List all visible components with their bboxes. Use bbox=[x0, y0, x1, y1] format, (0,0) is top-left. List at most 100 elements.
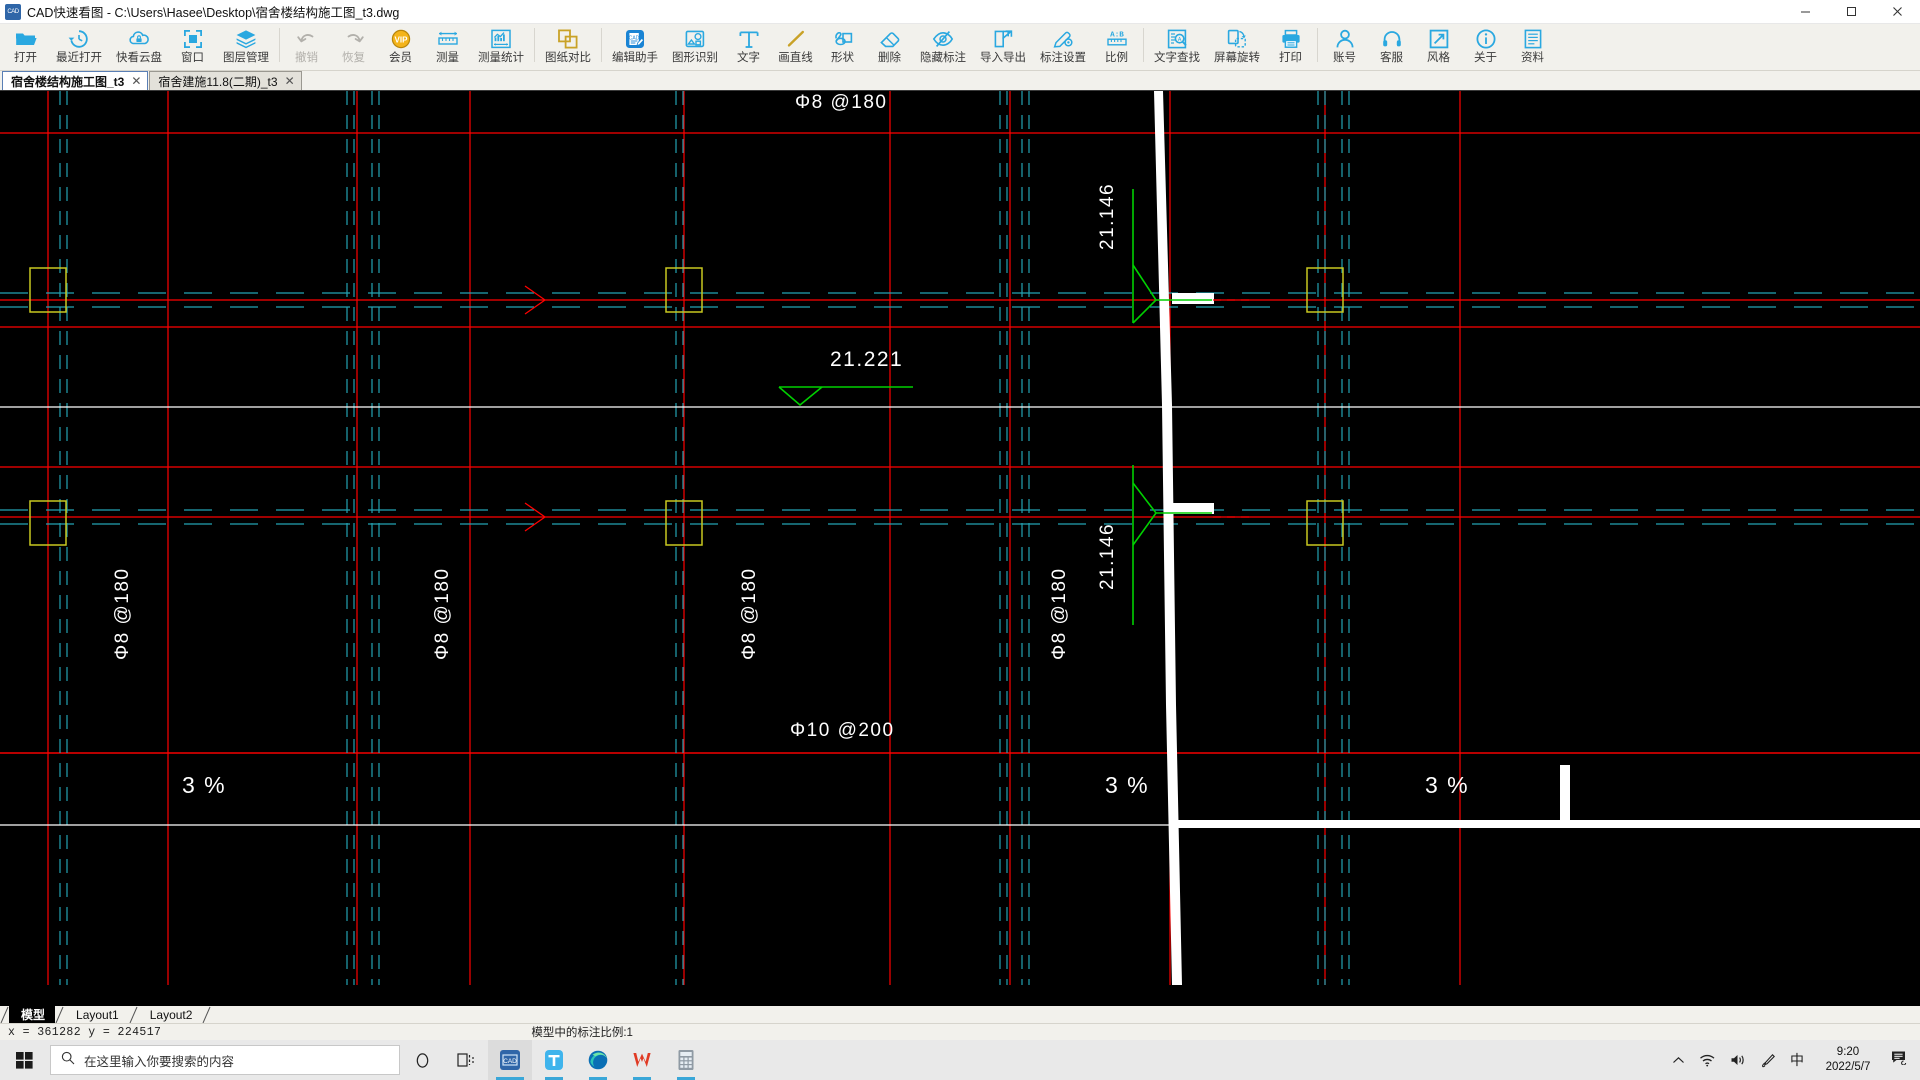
user-account-icon bbox=[1334, 27, 1356, 50]
search-icon bbox=[61, 1051, 75, 1070]
toolbar-button-history-clock[interactable]: 最近打开 bbox=[49, 24, 109, 70]
toolbar-button-vip-badge[interactable]: VIP 会员 bbox=[377, 24, 424, 70]
undo-arrow-icon bbox=[296, 27, 318, 50]
toolbar-button-scale-ratio[interactable]: A:B 比例 bbox=[1093, 24, 1140, 70]
toolbar-button-draw-line[interactable]: 画直线 bbox=[772, 24, 819, 70]
cad-drawing-canvas[interactable]: Φ8 @180 21.221 21.146 21.146 Φ8 @180 Φ8 @180 Φ… bbox=[0, 91, 1920, 1005]
toolbar-button-screen-rotate[interactable]: 屏幕旋转 bbox=[1207, 24, 1267, 70]
cad-text-label: Φ8 @180 bbox=[1049, 568, 1070, 661]
toolbar-separator bbox=[1143, 28, 1144, 62]
redo-arrow-icon bbox=[343, 27, 365, 50]
taskbar-search-box[interactable]: 在这里输入你要搜索的内容 bbox=[50, 1045, 400, 1075]
toolbar-button-shape-tool[interactable]: 形状 bbox=[819, 24, 866, 70]
toolbar-button-drawing-compare[interactable]: 图纸对比 bbox=[538, 24, 598, 70]
toolbar-button-folder-open[interactable]: 打开 bbox=[2, 24, 49, 70]
toolbar-button-eraser[interactable]: 删除 bbox=[866, 24, 913, 70]
cad-text-label: 21.221 bbox=[830, 348, 903, 371]
toolbar-button-redo-arrow: 恢复 bbox=[330, 24, 377, 70]
toolbar-button-label: 形状 bbox=[831, 52, 854, 64]
toolbar-button-text-search[interactable]: A 文字查找 bbox=[1147, 24, 1207, 70]
toolbar-button-import-export[interactable]: 导入导出 bbox=[973, 24, 1033, 70]
cad-viewer-taskbar-icon[interactable]: CAD bbox=[488, 1040, 532, 1080]
document-tab-label: 宿舍建施11.8(二期)_t3 bbox=[158, 74, 278, 89]
toolbar-button-document-info[interactable]: 资料 bbox=[1509, 24, 1556, 70]
layout-tab-layout1[interactable]: Layout1 bbox=[64, 1006, 129, 1023]
windows-taskbar: 在这里输入你要搜索的内容 CAD 中 9:20 2022/5/7 bbox=[0, 1040, 1920, 1080]
toolbar-button-label: 资料 bbox=[1521, 52, 1544, 64]
document-tab-label: 宿舍楼结构施工图_t3 bbox=[11, 74, 125, 89]
toolbar-button-edit-assistant[interactable]: CAD 编辑助手 bbox=[605, 24, 665, 70]
toolbar-button-label: 测量统计 bbox=[478, 52, 524, 64]
toolbar-button-hide-annotation[interactable]: 隐藏标注 bbox=[913, 24, 973, 70]
windows-start-icon[interactable] bbox=[0, 1040, 48, 1080]
pen-icon[interactable] bbox=[1754, 1053, 1783, 1068]
toolbar-button-user-account[interactable]: 账号 bbox=[1321, 24, 1368, 70]
close-button[interactable] bbox=[1874, 0, 1920, 24]
toolbar-button-label: 账号 bbox=[1333, 52, 1356, 64]
toolbar-button-layers[interactable]: 图层管理 bbox=[216, 24, 276, 70]
notification-icon[interactable] bbox=[1885, 1050, 1920, 1070]
toolbar-button-annotation-settings[interactable]: 标注设置 bbox=[1033, 24, 1093, 70]
maximize-button[interactable] bbox=[1828, 0, 1874, 24]
cad-text-label: 21.146 bbox=[1097, 523, 1118, 590]
cad-drawing-svg[interactable]: Φ8 @180 21.221 21.146 21.146 Φ8 @180 Φ8 @180 Φ… bbox=[0, 91, 1920, 985]
text-tool-icon bbox=[738, 27, 760, 50]
cursor-coordinates: x = 361282 y = 224517 bbox=[8, 1025, 162, 1039]
cloud-lock-icon bbox=[128, 27, 150, 50]
toolbar-button-measure-ruler[interactable]: 测量 bbox=[424, 24, 471, 70]
document-tab[interactable]: 宿舍建施11.8(二期)_t3 ✕ bbox=[149, 71, 302, 90]
toolbar-button-label: 关于 bbox=[1474, 52, 1497, 64]
toolbar-button-style-expand[interactable]: 风格 bbox=[1415, 24, 1462, 70]
task-view-icon[interactable] bbox=[444, 1040, 488, 1080]
tray-overflow-icon[interactable] bbox=[1665, 1056, 1692, 1065]
edge-taskbar-icon[interactable] bbox=[576, 1040, 620, 1080]
toolbar-button-label: 撤销 bbox=[295, 52, 318, 64]
toolbar-button-label: 图层管理 bbox=[223, 52, 269, 64]
layout-tab-bar: 模型 Layout1 Layout2 bbox=[0, 1005, 1920, 1024]
toolbar-button-label: 快看云盘 bbox=[116, 52, 162, 64]
toolbar-button-label: 测量 bbox=[436, 52, 459, 64]
toolbar-button-label: 隐藏标注 bbox=[920, 52, 966, 64]
eraser-icon bbox=[879, 27, 901, 50]
cad-text-label: 3 % bbox=[1105, 772, 1149, 798]
toolbar-separator bbox=[601, 28, 602, 62]
folder-open-icon bbox=[15, 27, 37, 50]
toolbar-button-label: 窗口 bbox=[181, 52, 204, 64]
toolbar-button-shape-recognize[interactable]: 图形识别 bbox=[665, 24, 725, 70]
toolbar-button-measure-stats[interactable]: 测量统计 bbox=[471, 24, 531, 70]
toolbar-button-text-tool[interactable]: 文字 bbox=[725, 24, 772, 70]
network-icon[interactable] bbox=[1692, 1053, 1723, 1067]
ime-indicator[interactable]: 中 bbox=[1783, 1050, 1811, 1070]
toolbar-button-label: 画直线 bbox=[778, 52, 813, 64]
layout-tab-layout2[interactable]: Layout2 bbox=[138, 1006, 203, 1023]
wps-taskbar-icon[interactable] bbox=[620, 1040, 664, 1080]
document-tab-close-icon[interactable]: ✕ bbox=[285, 75, 295, 87]
toolbar-button-window-frame[interactable]: 窗口 bbox=[169, 24, 216, 70]
taskbar-clock[interactable]: 9:20 2022/5/7 bbox=[1811, 1045, 1885, 1075]
toolbar-button-headset-support[interactable]: 客服 bbox=[1368, 24, 1415, 70]
layout-tab-slash bbox=[55, 1006, 64, 1024]
cad-app-icon bbox=[5, 3, 21, 20]
toolbar-button-label: 图形识别 bbox=[672, 52, 718, 64]
toolbar-separator bbox=[534, 28, 535, 62]
info-circle-icon bbox=[1475, 27, 1497, 50]
toolbar-button-label: 屏幕旋转 bbox=[1214, 52, 1260, 64]
minimize-button[interactable] bbox=[1782, 0, 1828, 24]
toolbar-button-printer[interactable]: 打印 bbox=[1267, 24, 1314, 70]
calculator-taskbar-icon[interactable] bbox=[664, 1040, 708, 1080]
shape-tool-icon bbox=[832, 27, 854, 50]
volume-icon[interactable] bbox=[1723, 1053, 1754, 1067]
window-title: CAD快速看图 - C:\Users\Hasee\Desktop\宿舍楼结构施工… bbox=[27, 6, 400, 20]
cortana-icon[interactable] bbox=[400, 1040, 444, 1080]
document-tab[interactable]: 宿舍楼结构施工图_t3 ✕ bbox=[2, 71, 149, 90]
cad-text-label: Φ8 @180 bbox=[432, 568, 453, 661]
document-tab-bar: 宿舍楼结构施工图_t3 ✕ 宿舍建施11.8(二期)_t3 ✕ bbox=[0, 71, 1920, 91]
layout-tab-model[interactable]: 模型 bbox=[9, 1006, 56, 1023]
toolbar-button-info-circle[interactable]: 关于 bbox=[1462, 24, 1509, 70]
cad-text-label: Φ8 @180 bbox=[112, 568, 133, 661]
tim-taskbar-icon[interactable] bbox=[532, 1040, 576, 1080]
toolbar-button-cloud-lock[interactable]: 快看云盘 bbox=[109, 24, 169, 70]
toolbar-button-label: 打开 bbox=[14, 52, 37, 64]
toolbar-button-label: 标注设置 bbox=[1040, 52, 1086, 64]
document-tab-close-icon[interactable]: ✕ bbox=[131, 75, 141, 87]
